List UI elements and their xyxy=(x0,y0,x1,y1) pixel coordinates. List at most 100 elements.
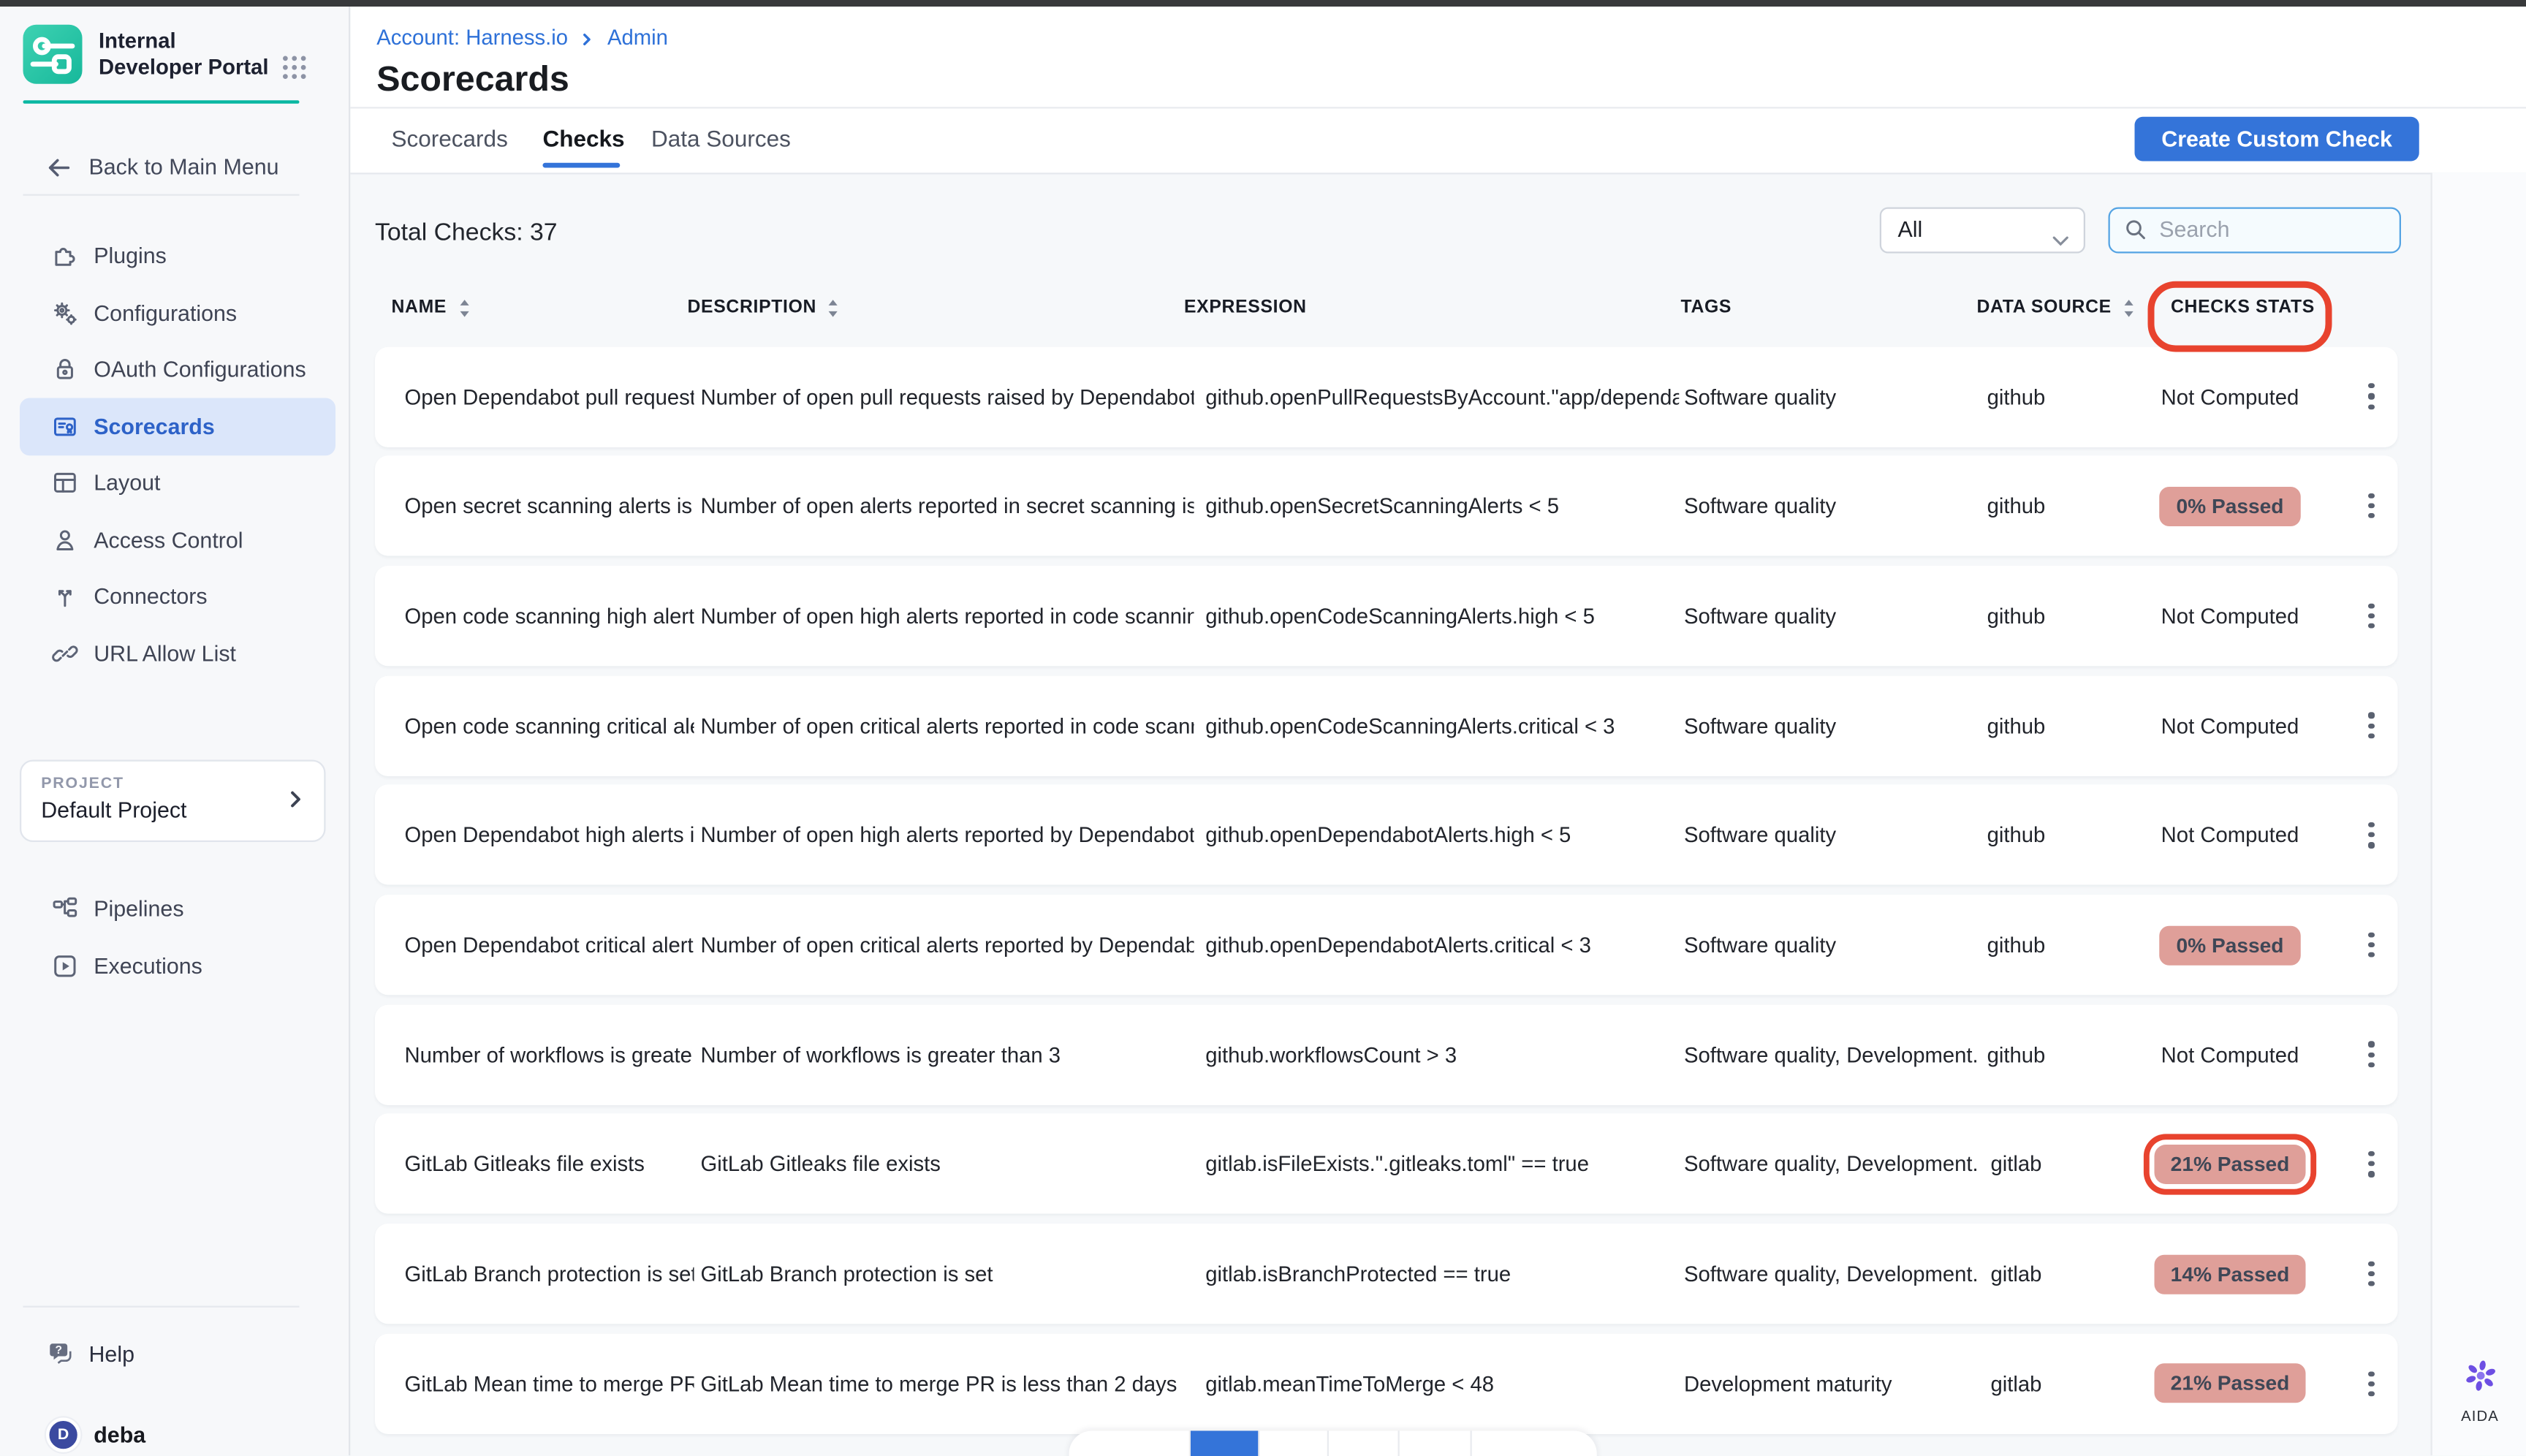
sidebar-item-access-control[interactable]: Access Control xyxy=(20,512,335,569)
check-tags: Software quality, Development... xyxy=(1684,1004,1977,1104)
kebab-menu-icon[interactable] xyxy=(2356,1032,2386,1077)
search-input[interactable] xyxy=(2156,210,2393,249)
table-row[interactable]: GitLab Branch protection is set GitLab B… xyxy=(375,1224,2398,1324)
table-row[interactable]: Open code scanning high alert... Number … xyxy=(375,566,2398,666)
table-row[interactable]: GitLab Gitleaks file exists GitLab Gitle… xyxy=(375,1114,2398,1214)
sidebar-divider xyxy=(23,193,300,194)
table-row[interactable]: Open Dependabot high alerts i... Number … xyxy=(375,785,2398,885)
check-tags: Software quality xyxy=(1684,895,1977,995)
lock-icon xyxy=(51,356,79,384)
data-source-filter-select[interactable]: All xyxy=(1880,206,2085,252)
table-header-row: NAME DESCRIPTION EXPRESSION TAGS DATA SO… xyxy=(350,297,2430,330)
sidebar-item-pipelines[interactable]: Pipelines xyxy=(20,881,335,938)
breadcrumb-account[interactable]: Account: Harness.io xyxy=(376,24,568,49)
check-tags: Software quality xyxy=(1684,785,1977,885)
check-expression: github.openSecretScanningAlerts < 5 xyxy=(1205,456,1679,556)
tab-bar: Scorecards Checks Data Sources Create Cu… xyxy=(350,107,2526,173)
tab-data-sources[interactable]: Data Sources xyxy=(651,107,791,167)
check-expression: gitlab.isBranchProtected == true xyxy=(1205,1224,1679,1324)
check-description: Number of open critical alerts reported … xyxy=(701,895,1194,995)
sort-icon[interactable] xyxy=(827,297,841,318)
tab-checks[interactable]: Checks xyxy=(543,107,625,167)
table-row[interactable]: GitLab Mean time to merge PR ... GitLab … xyxy=(375,1333,2398,1433)
table-row[interactable]: Open Dependabot pull request... Number o… xyxy=(375,346,2398,447)
kebab-menu-icon[interactable] xyxy=(2356,703,2386,748)
checks-stats-value: Not Computed xyxy=(2161,384,2299,409)
table-row[interactable]: Open secret scanning alerts is ... Numbe… xyxy=(375,456,2398,556)
check-name: Open Dependabot critical alert... xyxy=(405,895,694,995)
check-data-source: github xyxy=(1934,456,2098,556)
create-custom-check-button[interactable]: Create Custom Check xyxy=(2135,116,2419,161)
check-name: GitLab Mean time to merge PR ... xyxy=(405,1333,694,1433)
breadcrumb-admin[interactable]: Admin xyxy=(607,24,668,49)
app-title: Internal Developer Portal xyxy=(99,27,273,80)
sort-icon[interactable] xyxy=(2121,297,2136,318)
link-icon xyxy=(51,640,79,667)
execution-icon xyxy=(51,952,79,979)
check-description: Number of workflows is greater than 3 xyxy=(701,1004,1194,1104)
checks-stats-value: 14% Passed xyxy=(2154,1254,2306,1294)
check-data-source: github xyxy=(1934,895,2098,995)
col-data-source[interactable]: DATA SOURCE xyxy=(1977,297,2136,318)
col-description[interactable]: DESCRIPTION xyxy=(688,297,841,318)
kebab-menu-icon[interactable] xyxy=(2356,1251,2386,1296)
help-chat-icon: ? xyxy=(46,1341,74,1368)
sidebar-item-scorecards[interactable]: Scorecards xyxy=(20,398,335,455)
check-name: Number of workflows is greate... xyxy=(405,1004,694,1104)
sidebar-item-configurations[interactable]: Configurations xyxy=(20,284,335,341)
kebab-menu-icon[interactable] xyxy=(2356,922,2386,967)
pipeline-icon xyxy=(51,895,79,923)
user-menu[interactable]: D deba xyxy=(0,1417,349,1453)
pagination-bar xyxy=(1069,1431,1597,1456)
pagination-cell[interactable] xyxy=(1260,1431,1330,1456)
aida-label: AIDA xyxy=(2449,1407,2511,1424)
idp-logo xyxy=(23,24,83,83)
search-box xyxy=(2109,206,2402,252)
sidebar-item-oauth-configurations[interactable]: OAuth Configurations xyxy=(20,341,335,398)
checks-stats-value: Not Computed xyxy=(2161,1042,2299,1067)
checks-stats-value: Not Computed xyxy=(2161,713,2299,738)
checks-content: Total Checks: 37 All NAME DESCRIPTION EX xyxy=(350,172,2526,1456)
check-description: GitLab Branch protection is set xyxy=(701,1224,1194,1324)
kebab-menu-icon[interactable] xyxy=(2356,484,2386,528)
sidebar-item-plugins[interactable]: Plugins xyxy=(20,228,335,285)
check-description: GitLab Gitleaks file exists xyxy=(701,1114,1194,1214)
tab-scorecards[interactable]: Scorecards xyxy=(392,107,508,167)
back-to-main-menu[interactable]: Back to Main Menu xyxy=(0,149,349,186)
sidebar-item-layout[interactable]: Layout xyxy=(20,455,335,512)
pagination-cell[interactable] xyxy=(1069,1431,1191,1456)
kebab-menu-icon[interactable] xyxy=(2356,1142,2386,1186)
table-row[interactable]: Number of workflows is greate... Number … xyxy=(375,1004,2398,1104)
table-row[interactable]: Open code scanning critical ale... Numbe… xyxy=(375,675,2398,776)
help-button[interactable]: ? Help xyxy=(0,1336,349,1373)
sidebar-divider-bottom xyxy=(23,1305,300,1306)
sidebar-item-executions[interactable]: Executions xyxy=(20,938,335,995)
active-tab-underline xyxy=(543,162,621,167)
app-switcher-icon[interactable] xyxy=(280,52,310,82)
sidebar-item-connectors[interactable]: Connectors xyxy=(20,568,335,625)
window-top-strip xyxy=(0,0,2526,6)
table-row[interactable]: Open Dependabot critical alert... Number… xyxy=(375,895,2398,995)
scorecard-icon xyxy=(51,412,79,440)
main-area: Account: Harness.io Admin Scorecards Sco… xyxy=(350,6,2526,1456)
check-tags: Software quality xyxy=(1684,566,1977,666)
project-selector[interactable]: PROJECT Default Project xyxy=(20,759,326,841)
kebab-menu-icon[interactable] xyxy=(2356,813,2386,857)
check-name: Open code scanning critical ale... xyxy=(405,675,694,776)
col-name[interactable]: NAME xyxy=(392,297,471,318)
pagination-active-page[interactable] xyxy=(1191,1431,1260,1456)
sort-icon[interactable] xyxy=(457,297,471,318)
pagination-cell[interactable] xyxy=(1329,1431,1400,1456)
pagination-cell[interactable] xyxy=(1472,1431,1597,1456)
kebab-menu-icon[interactable] xyxy=(2356,374,2386,419)
red-annotation-circle xyxy=(2148,281,2332,352)
aida-launcher[interactable]: AIDA xyxy=(2449,1356,2511,1423)
check-expression: github.workflowsCount > 3 xyxy=(1205,1004,1679,1104)
check-data-source: github xyxy=(1934,346,2098,447)
kebab-menu-icon[interactable] xyxy=(2356,594,2386,638)
pagination-cell[interactable] xyxy=(1400,1431,1472,1456)
check-name: GitLab Gitleaks file exists xyxy=(405,1114,694,1214)
checks-stats-value: Not Computed xyxy=(2161,823,2299,848)
kebab-menu-icon[interactable] xyxy=(2356,1362,2386,1406)
sidebar-item-url-allow-list[interactable]: URL Allow List xyxy=(20,625,335,682)
